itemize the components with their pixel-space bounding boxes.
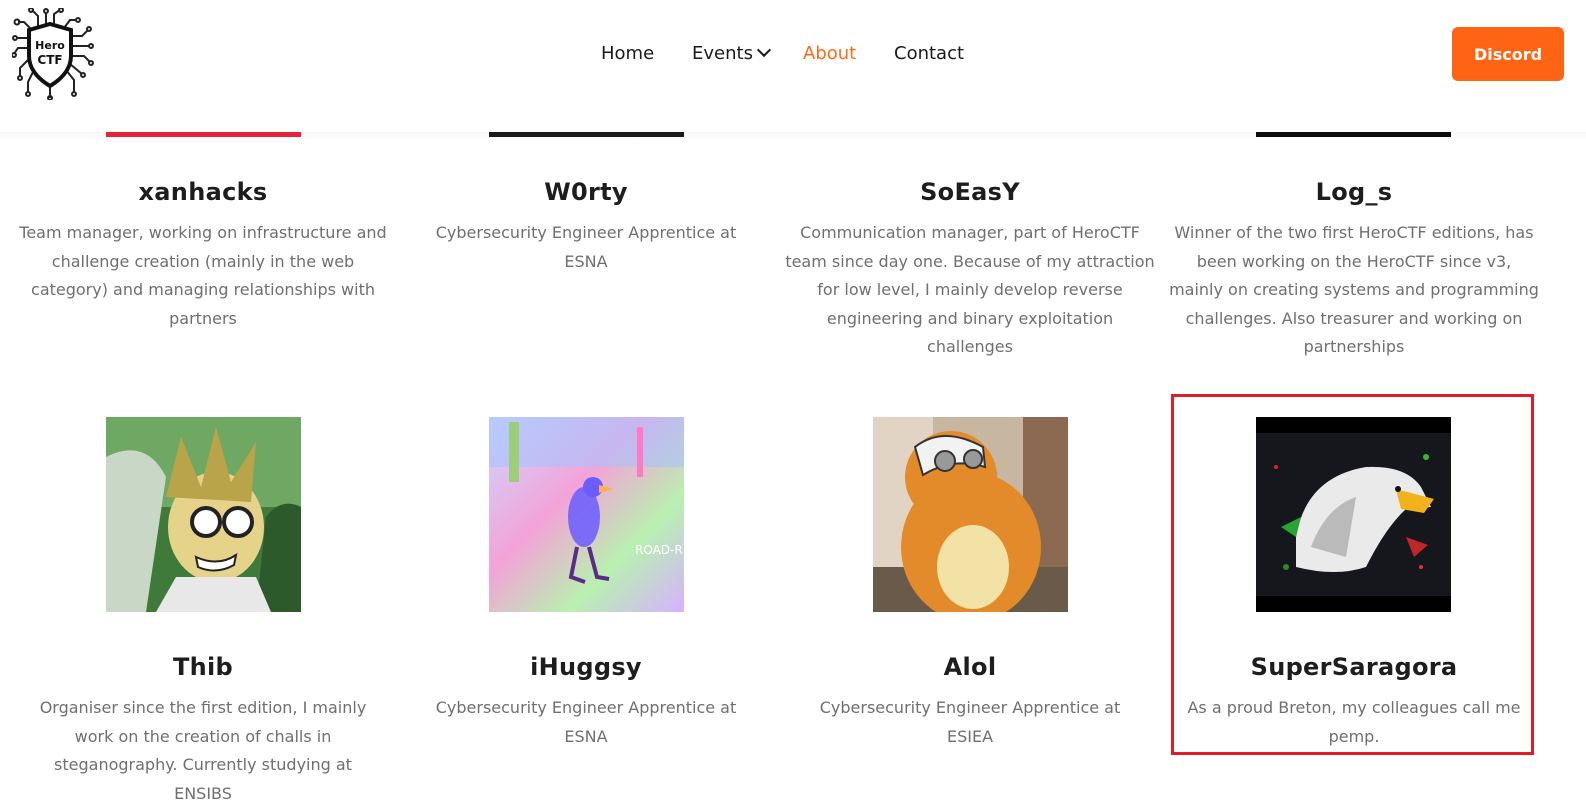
member-name: W0rty [544,178,628,206]
member-card-w0rty: W0rty Cybersecurity Engineer Apprentice … [401,175,771,276]
chevron-down-icon [756,42,772,58]
nav-events-label: Events [692,43,753,64]
svg-text:ROAD-R: ROAD-R [635,543,683,557]
member-name: Log_s [1315,178,1393,206]
nav-about[interactable]: About [803,40,856,68]
avatar-thib [106,417,301,612]
member-name: Alol [943,653,997,681]
member-card-alol: Alol Cybersecurity Engineer Apprentice a… [785,650,1155,751]
avatar-ihuggsy: ROAD-R [489,417,684,612]
member-card-soeasy: SoEasY Communication manager, part of He… [785,175,1155,362]
member-description: Team manager, working on infrastructure … [19,223,387,328]
member-description: Cybersecurity Engineer Apprentice at ESN… [435,223,737,271]
nav-events[interactable]: Events [692,40,772,68]
main-nav: Home Events About Contact [0,40,1586,68]
member-card-xanhacks: xanhacks Team manager, working on infras… [18,175,388,333]
member-description: Organiser since the first edition, I mai… [39,698,367,803]
member-name: SoEasY [920,178,1020,206]
member-name: Thib [172,653,234,681]
member-card-ihuggsy: iHuggsy Cybersecurity Engineer Apprentic… [401,650,771,751]
nav-contact[interactable]: Contact [894,40,964,68]
member-description: Cybersecurity Engineer Apprentice at ESI… [819,698,1121,746]
avatar-alol [873,417,1068,612]
member-description: Cybersecurity Engineer Apprentice at ESN… [435,698,737,746]
highlight-box [1171,394,1534,755]
member-description: Winner of the two first HeroCTF editions… [1169,223,1539,357]
member-card-log-s: Log_s Winner of the two first HeroCTF ed… [1169,175,1539,362]
member-name: xanhacks [138,178,268,206]
member-name: iHuggsy [530,653,642,681]
discord-button[interactable]: Discord [1452,27,1564,81]
site-header: Hero CTF Home Events About Contact Disco… [0,0,1586,132]
member-card-thib: Thib Organiser since the first edition, … [18,650,388,808]
member-description: Communication manager, part of HeroCTF t… [785,223,1155,357]
nav-home[interactable]: Home [601,40,654,68]
